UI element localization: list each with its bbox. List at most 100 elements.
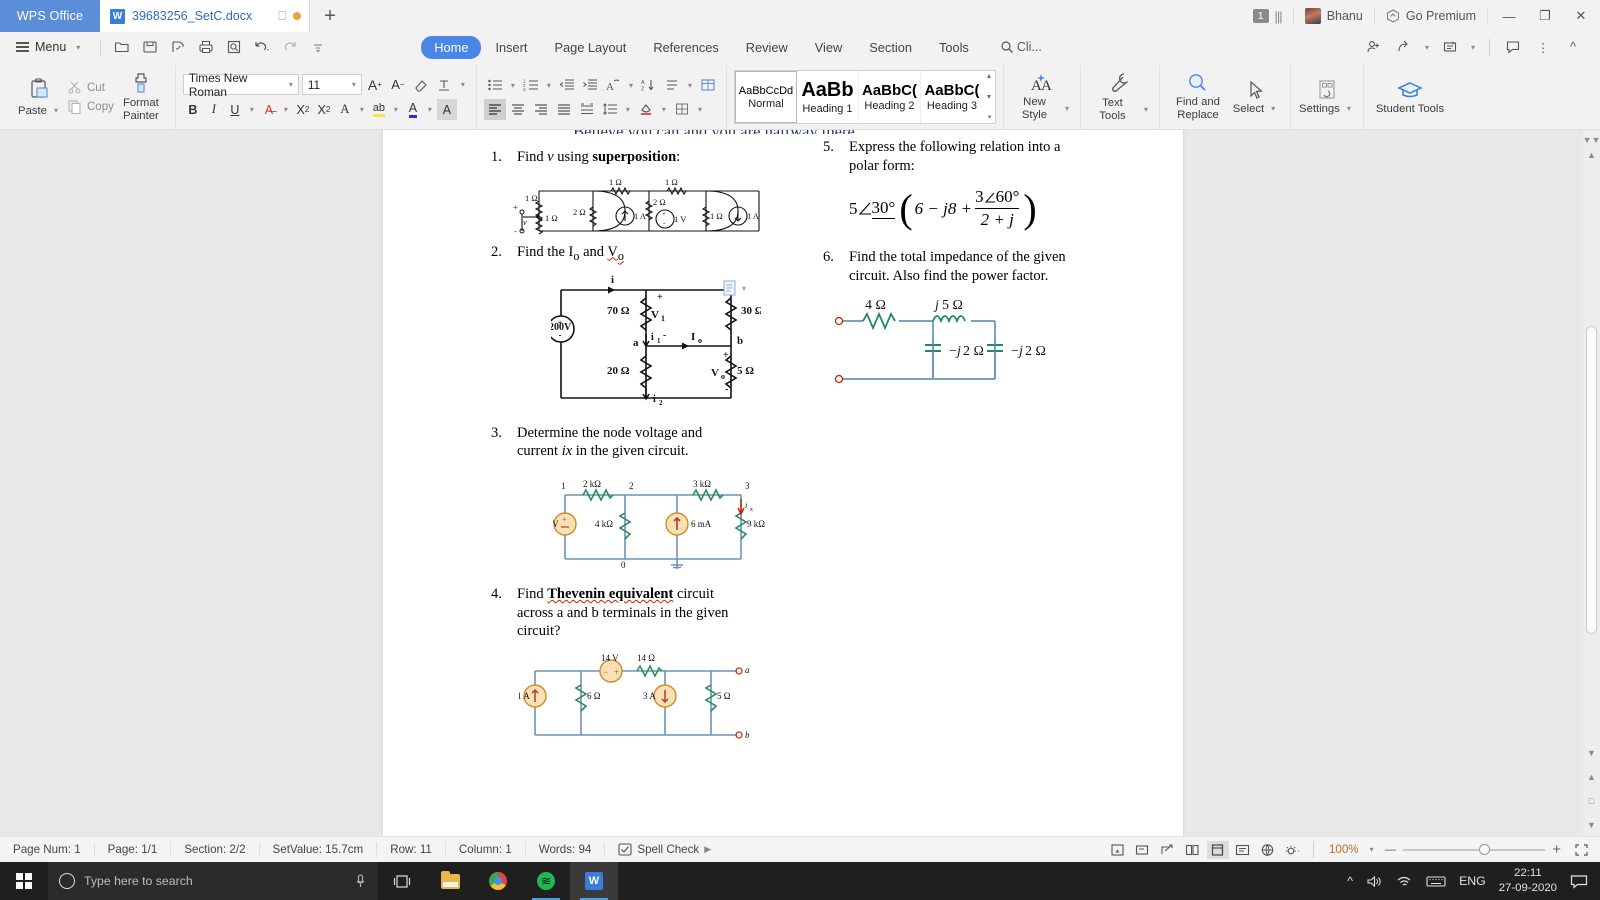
zoom-control[interactable]: 100% ▾ — + [1323, 841, 1567, 858]
scroll-down-icon[interactable]: ▲ [1587, 773, 1596, 782]
style-heading-2[interactable]: AaBbC( Heading 2 [859, 71, 921, 123]
format-painter-button[interactable]: Format Painter [114, 65, 168, 129]
vertical-scrollbar[interactable]: ▼▼ ▲ ▼ ▲ □ ▼ [1583, 130, 1600, 836]
search-input[interactable]: Cli... [1017, 40, 1042, 54]
user-account-group[interactable]: Bhanu [1292, 7, 1374, 25]
font-color-button[interactable]: A [403, 99, 423, 120]
zoom-slider-track[interactable] [1403, 843, 1546, 855]
text-direction-button[interactable]: A [602, 75, 624, 96]
wps-writer-icon[interactable]: W [570, 862, 618, 900]
share-user-icon[interactable] [1361, 36, 1387, 58]
present-icon[interactable]: ⎕ [278, 8, 286, 24]
status-words[interactable]: Words: 94 [526, 842, 606, 857]
document-area[interactable]: Believe you can and you are halfway ther… [0, 130, 1600, 836]
tab-references[interactable]: References [640, 36, 731, 59]
paste-options-icon[interactable]: ▾ [723, 280, 746, 297]
select-browse-object-icon[interactable]: □ [1589, 797, 1594, 806]
bullet-list-button[interactable] [484, 75, 506, 96]
style-gallery-scroll[interactable]: ▲ ▼ ▾ [983, 71, 995, 123]
collaborate-icon[interactable] [1437, 36, 1463, 58]
select-button[interactable]: Select ▾ [1229, 65, 1283, 129]
spotify-icon[interactable] [522, 862, 570, 900]
status-column[interactable]: Column: 1 [446, 842, 526, 857]
chevron-down-icon[interactable]: ▾ [1366, 845, 1378, 854]
align-left-button[interactable] [483, 98, 506, 120]
style-normal[interactable]: AaBbCcDd Normal [734, 71, 797, 123]
next-page-icon[interactable]: ▼ [1587, 821, 1596, 830]
keyboard-icon[interactable] [1426, 874, 1446, 888]
microphone-icon[interactable] [354, 873, 367, 889]
chrome-icon[interactable] [474, 862, 522, 900]
chevron-down-icon[interactable]: ▾ [658, 105, 670, 114]
outline-icon[interactable] [1232, 841, 1254, 859]
print-preview-icon[interactable] [221, 36, 247, 58]
print-icon[interactable] [193, 36, 219, 58]
scroll-up-icon[interactable]: ▲ [1587, 151, 1596, 160]
strikethrough-icon[interactable]: A̶ [259, 99, 279, 120]
comment-icon[interactable] [1500, 36, 1526, 58]
file-explorer-icon[interactable] [426, 862, 474, 900]
night-mode-icon[interactable] [1282, 841, 1304, 859]
volume-icon[interactable] [1366, 874, 1383, 889]
language-indicator[interactable]: ENG [1459, 874, 1486, 888]
decrease-indent-button[interactable] [556, 75, 578, 96]
previous-page-icon[interactable]: ▼ [1587, 749, 1596, 758]
chevron-down-icon[interactable]: ▾ [457, 80, 469, 89]
tab-page-layout[interactable]: Page Layout [541, 36, 639, 59]
open-icon[interactable] [109, 36, 135, 58]
char-shading-button[interactable]: A [436, 99, 457, 120]
web-layout-icon[interactable] [1157, 841, 1179, 859]
superscript-button[interactable]: X2 [293, 99, 313, 120]
font-size-select[interactable]: 11 ▾ [301, 74, 362, 95]
find-and-replace-button[interactable]: Find and Replace [1167, 65, 1229, 129]
close-button[interactable]: ✕ [1566, 8, 1596, 24]
print-layout-icon[interactable] [1206, 840, 1229, 859]
line-spacing-button[interactable] [599, 99, 621, 120]
student-tools-button[interactable]: Student Tools [1371, 65, 1449, 129]
wifi-icon[interactable] [1396, 874, 1413, 889]
fit-page-icon[interactable] [1570, 841, 1592, 859]
bold-button[interactable]: B [183, 99, 203, 120]
numbered-list-button[interactable]: 123 [520, 75, 542, 96]
chevron-down-icon[interactable]: ▾ [1467, 43, 1479, 52]
task-view-icon[interactable] [378, 862, 426, 900]
style-heading-1[interactable]: AaBb Heading 1 [797, 71, 859, 123]
undo-icon[interactable] [249, 36, 275, 58]
tab-insert[interactable]: Insert [482, 36, 540, 59]
style-heading-3[interactable]: AaBbC( Heading 3 [921, 71, 983, 123]
pinyin-guide-icon[interactable] [434, 74, 454, 95]
increase-indent-button[interactable] [579, 75, 601, 96]
chevron-down-icon[interactable]: ▾ [390, 105, 402, 114]
scrollbar-thumb[interactable] [1586, 326, 1597, 634]
zoom-slider-knob[interactable] [1479, 843, 1491, 855]
windows-start-icon[interactable] [0, 873, 48, 889]
full-screen-icon[interactable] [1107, 841, 1129, 859]
italic-button[interactable]: I [204, 99, 224, 120]
document-tab[interactable]: W 39683256_SetC.docx ⎕ [100, 0, 310, 32]
chevron-down-icon[interactable]: ▾ [742, 284, 746, 293]
shading-button[interactable] [635, 99, 657, 120]
underline-button[interactable]: U [225, 99, 245, 120]
align-center-button[interactable] [507, 99, 529, 120]
chevron-down-icon[interactable]: ▾ [684, 81, 696, 90]
borders-button[interactable] [671, 99, 693, 120]
two-page-icon[interactable] [1182, 841, 1204, 859]
search-box[interactable]: Cli... [1000, 40, 1042, 54]
chevron-down-icon[interactable]: ▾ [507, 81, 519, 90]
status-setvalue[interactable]: SetValue: 15.7cm [260, 842, 378, 857]
chevron-down-icon[interactable]: ▾ [424, 105, 436, 114]
justify-button[interactable] [553, 99, 575, 120]
subscript-button[interactable]: X2 [314, 99, 334, 120]
clear-formatting-icon[interactable] [411, 74, 431, 95]
save-as-icon[interactable] [165, 36, 191, 58]
zoom-in-button[interactable]: + [1552, 841, 1561, 858]
new-tab-button[interactable]: + [310, 0, 350, 32]
status-page[interactable]: Page: 1/1 [95, 842, 172, 857]
taskbar-search[interactable]: Type here to search [48, 862, 378, 900]
paste-button[interactable]: Paste ▾ [13, 65, 67, 129]
chevron-down-icon[interactable]: ▾ [625, 81, 637, 90]
scroll-down-icon[interactable]: ▼ [983, 94, 995, 101]
chevron-down-icon[interactable]: ▾ [1421, 43, 1433, 52]
go-premium-button[interactable]: Go Premium [1373, 7, 1487, 25]
status-section[interactable]: Section: 2/2 [171, 842, 260, 857]
